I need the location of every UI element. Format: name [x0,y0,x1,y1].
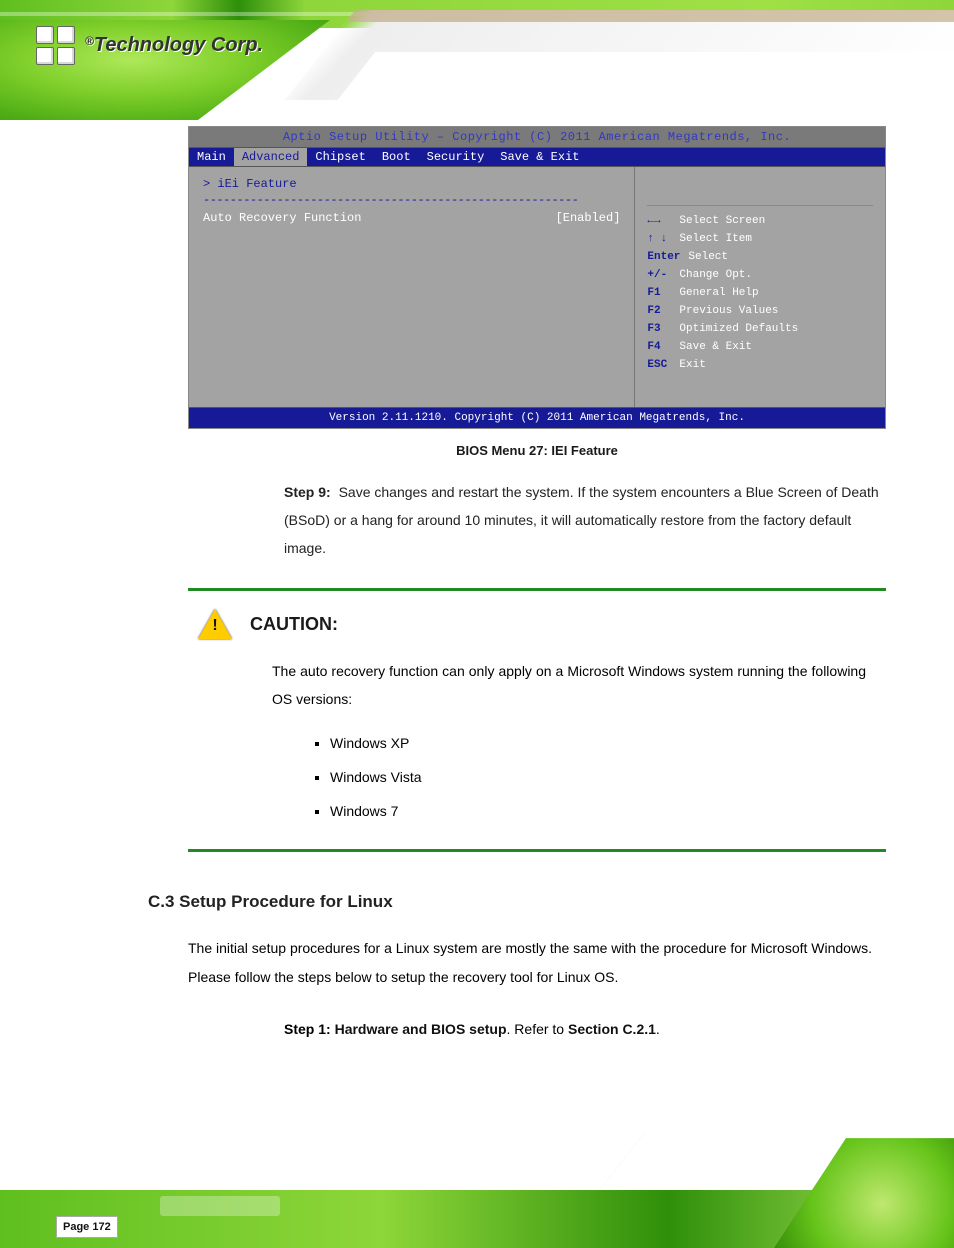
caution-label: CAUTION: [250,614,338,635]
os-item: Windows Vista [330,763,866,791]
nav-desc: Select Screen [679,214,765,230]
nav-desc: Previous Values [679,304,778,320]
step-mid: . Refer to [507,1021,568,1037]
nav-key-f4: F4 [647,340,671,356]
bios-feature-header: > iEi Feature [203,177,620,191]
warning-icon: ! [198,609,232,639]
os-item: Windows XP [330,729,866,757]
caution-text: The auto recovery function can only appl… [272,663,866,707]
logo: ®Technology Corp. [36,26,263,65]
step-text: Save changes and restart the system. If … [284,484,879,556]
bios-tab-advanced: Advanced [234,148,308,166]
os-item: Windows 7 [330,797,866,825]
step-end: . [656,1021,660,1037]
bios-title: Aptio Setup Utility – Copyright (C) 2011… [189,127,885,147]
bios-option-value: [Enabled] [556,211,621,225]
figure-caption: BIOS Menu 27: IEI Feature [188,443,886,458]
logo-text: ®Technology Corp. [85,34,263,57]
nav-desc: Select Item [679,232,752,248]
nav-key-enter: Enter [647,250,680,266]
bios-left-pane: > iEi Feature --------------------------… [189,167,635,407]
nav-key-pm: +/- [647,268,671,284]
nav-key-f1: F1 [647,286,671,302]
bios-tab-save-exit: Save & Exit [492,148,587,166]
caution-box: ! CAUTION: The auto recovery function ca… [188,588,886,852]
bios-footer: Version 2.11.1210. Copyright (C) 2011 Am… [189,407,885,428]
logo-mark [36,26,75,65]
nav-desc: Optimized Defaults [679,322,798,338]
bios-option-label: Auto Recovery Function [203,211,361,225]
step-ref: Section C.2.1 [568,1021,656,1037]
bios-tab-security: Security [419,148,493,166]
step-number: Step 1: [284,1021,331,1037]
nav-key-ud: ↑ ↓ [647,232,671,248]
nav-desc: Select [688,250,728,266]
bios-divider: ----------------------------------------… [203,193,620,207]
bios-tab-chipset: Chipset [307,148,373,166]
step-9: Step 9: Save changes and restart the sys… [284,478,886,562]
bios-tab-boot: Boot [374,148,419,166]
section-heading: C.3 Setup Procedure for Linux [148,892,886,912]
nav-key-esc: ESC [647,358,671,374]
bios-option-row: Auto Recovery Function [Enabled] [203,211,620,225]
step-bold: Hardware and BIOS setup [335,1021,507,1037]
step-1: Step 1: Hardware and BIOS setup. Refer t… [284,1015,886,1044]
bios-tab-main: Main [189,148,234,166]
nav-desc: Exit [679,358,705,374]
footer-banner: Page 172 [0,1128,954,1248]
nav-key-f3: F3 [647,322,671,338]
nav-desc: General Help [679,286,758,302]
header-banner: ®Technology Corp. [0,0,954,120]
nav-desc: Change Opt. [679,268,752,284]
bios-screenshot: Aptio Setup Utility – Copyright (C) 2011… [188,126,886,429]
bios-nav-help: ←→ Select Screen ↑ ↓ Select Item Enter Sele… [647,205,873,373]
bios-right-pane: ←→ Select Screen ↑ ↓ Select Item Enter Sele… [635,167,885,407]
header-diagonal-2 [305,52,954,120]
bios-tabs: Main Advanced Chipset Boot Security Save… [189,147,885,167]
os-list: Windows XP Windows Vista Windows 7 [330,729,866,825]
step-number: Step 9: [284,484,331,500]
nav-key-lr: ←→ [647,214,671,230]
nav-desc: Save & Exit [679,340,752,356]
nav-key-f2: F2 [647,304,671,320]
body-paragraph: The initial setup procedures for a Linux… [188,934,886,991]
